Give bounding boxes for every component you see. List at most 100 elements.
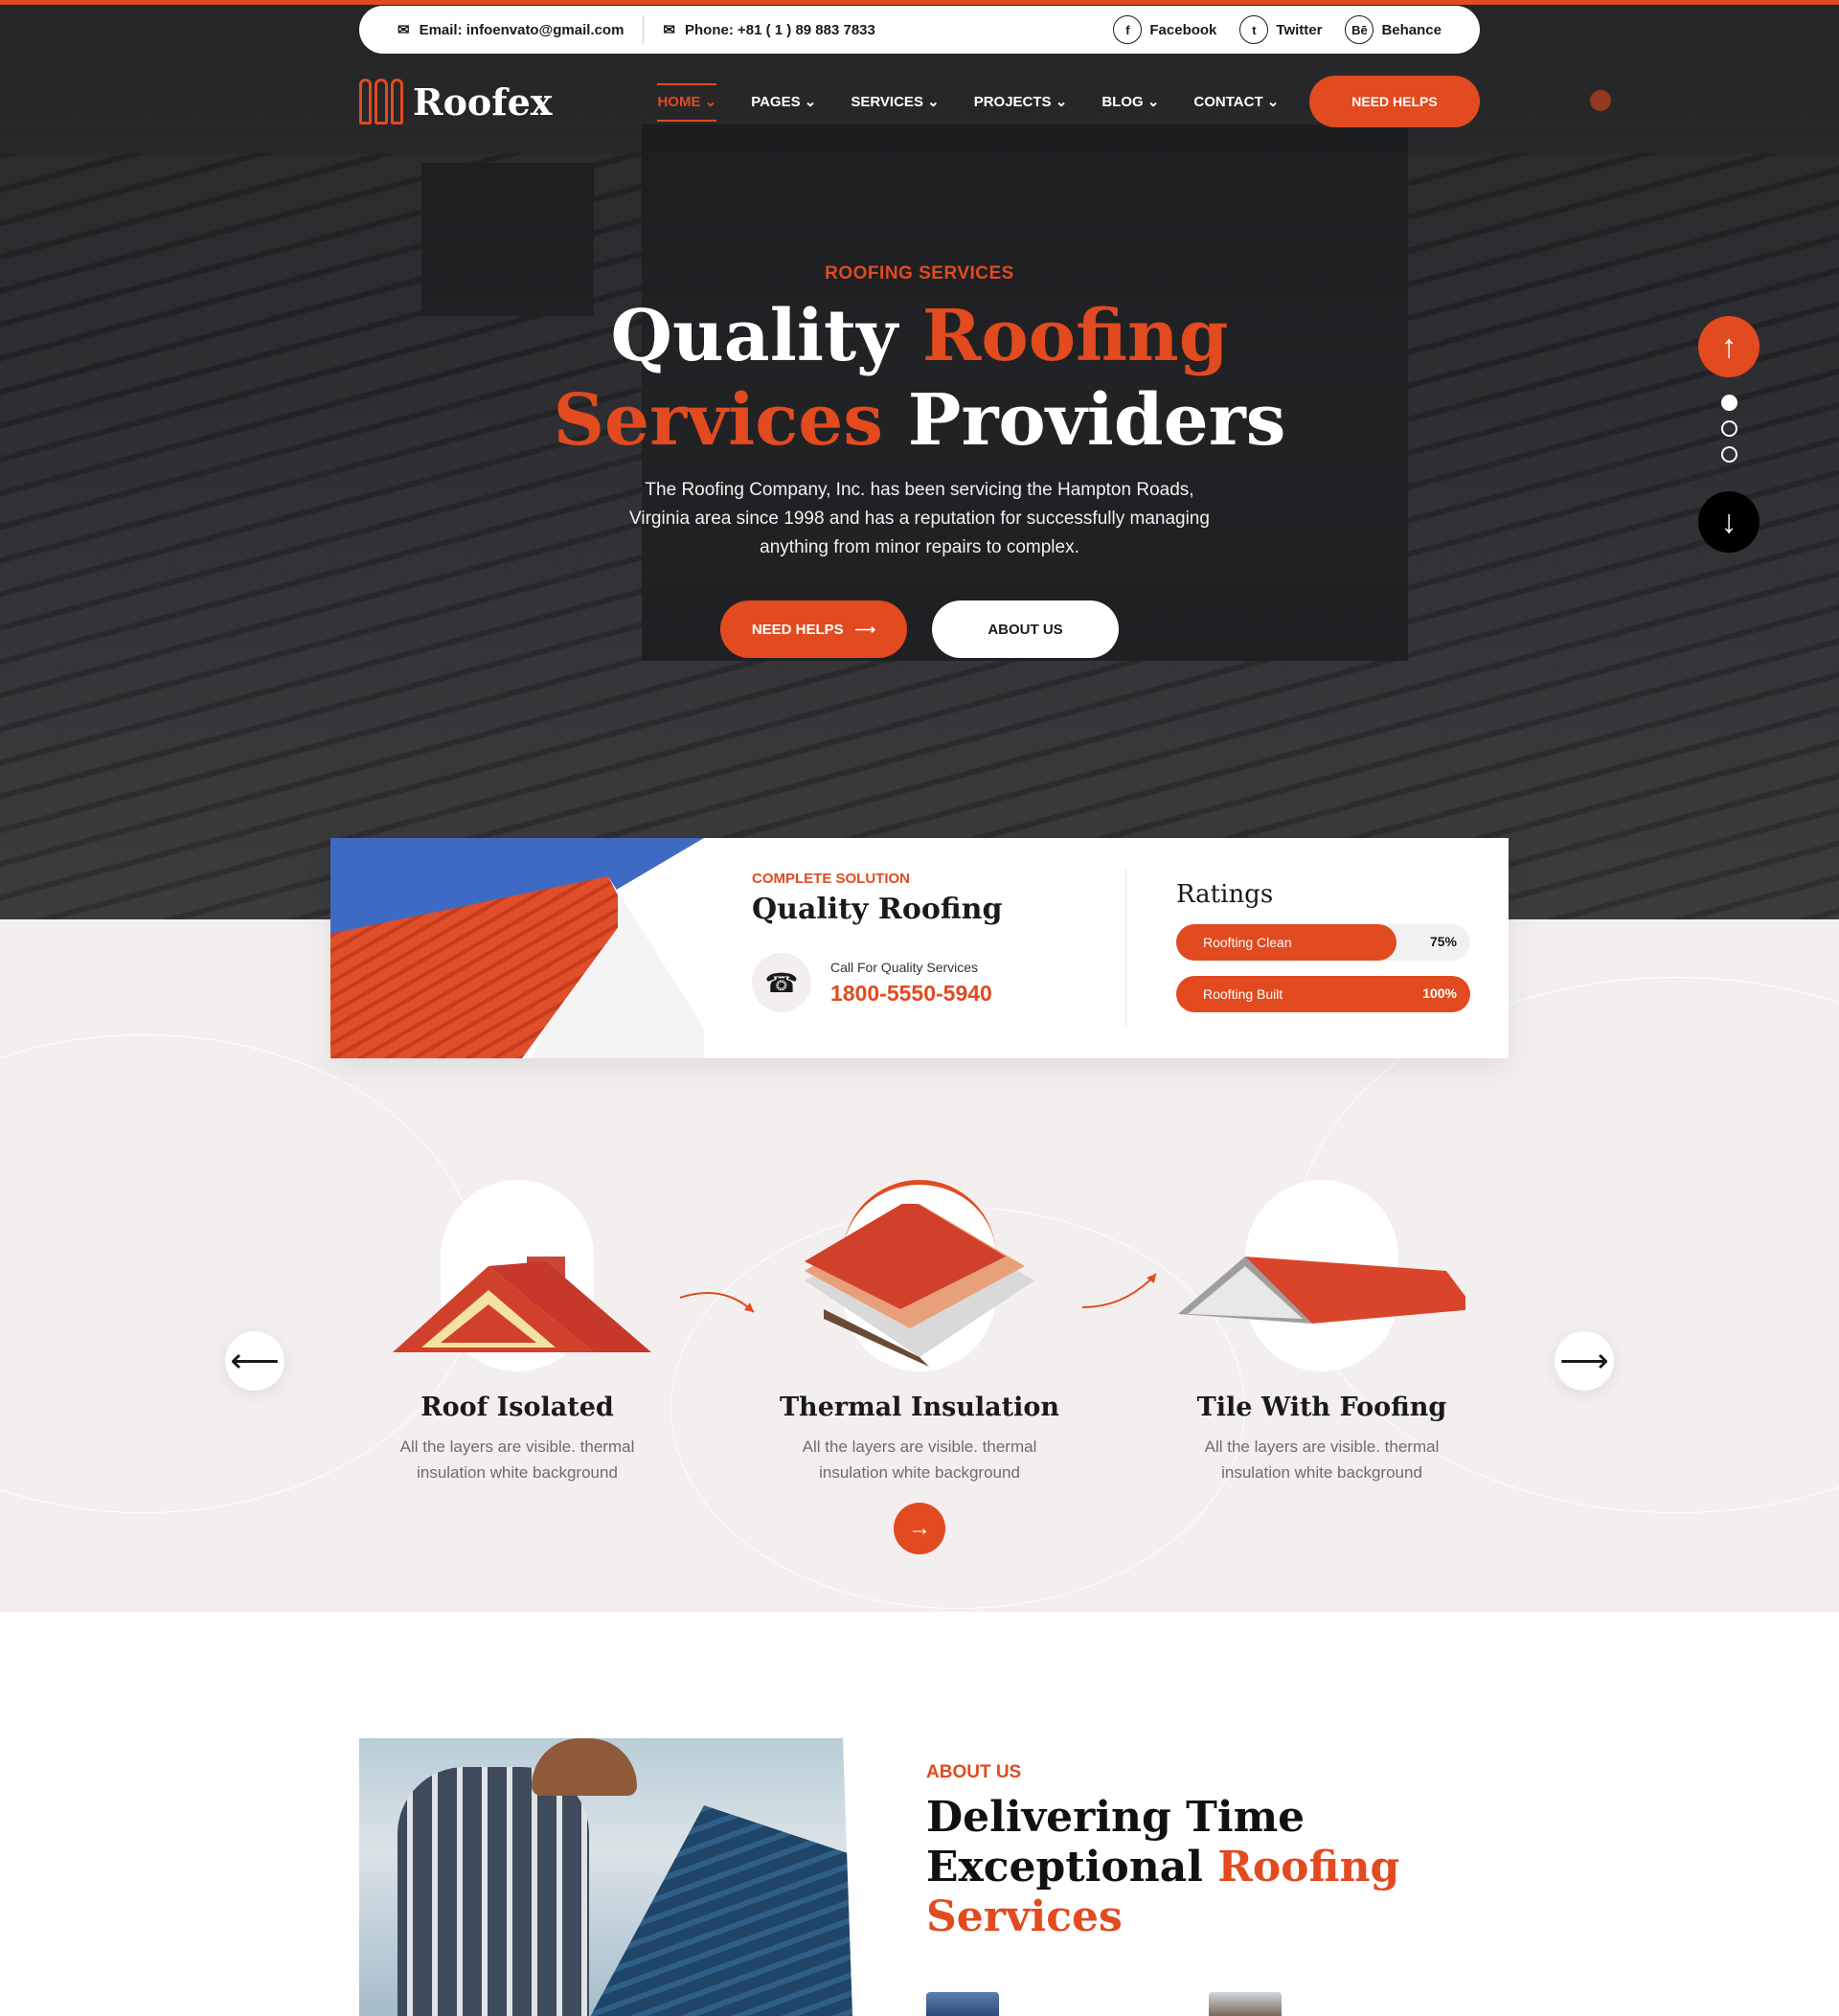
logo-text: Roofex — [413, 79, 553, 124]
chevron-down-icon: ⌄ — [1147, 94, 1160, 110]
hero-content: ROOFING SERVICES Quality Roofing Service… — [536, 263, 1303, 658]
slider-controls: ↑ ↓ — [1698, 316, 1760, 553]
service-image-backdrop — [1178, 1180, 1465, 1371]
service-title: Thermal Insulation — [779, 1393, 1060, 1422]
chevron-down-icon: ⌄ — [927, 94, 940, 110]
curved-arrow-icon — [679, 1292, 755, 1313]
nav-label: SERVICES — [851, 94, 923, 110]
about-title: Delivering Time Exceptional Roofing Serv… — [926, 1793, 1501, 1942]
service-description: All the layers are visible. thermal insu… — [1204, 1438, 1440, 1482]
about-thumbnail — [1209, 1992, 1282, 2016]
ratings-block: Ratings Roofting Clean 75% Roofting Buil… — [1126, 838, 1509, 1058]
hero-title-part: Providers — [883, 379, 1286, 462]
site-logo[interactable]: Roofex — [359, 79, 552, 125]
service-card-tile-with-foofing[interactable]: Tile With Foofing All the layers are vis… — [1169, 1180, 1475, 1485]
slider-dot[interactable] — [1720, 420, 1737, 437]
social-twitter[interactable]: t Twitter — [1239, 15, 1322, 44]
rating-bar: Roofting Clean 75% — [1176, 924, 1470, 961]
call-label: Call For Quality Services — [830, 959, 979, 975]
social-behance[interactable]: Bē Behance — [1345, 15, 1442, 44]
slide-next-button[interactable]: ↓ — [1698, 491, 1760, 553]
about-us-button[interactable]: ABOUT US — [932, 600, 1119, 658]
rating-label: Roofting Clean — [1203, 935, 1292, 950]
hero-section: ✉ Email: infoenvato@gmail.com ✉ Phone: +… — [0, 0, 1839, 919]
hero-need-helps-button[interactable]: NEED HELPS ⟶ — [720, 600, 907, 658]
service-card-roof-isolated[interactable]: Roof Isolated All the layers are visible… — [364, 1180, 670, 1485]
nav-item-blog[interactable]: BLOG ⌄ — [1101, 78, 1159, 125]
topbar-phone-text: Phone: +81 ( 1 ) 89 883 7833 — [685, 21, 875, 38]
service-title: Roof Isolated — [420, 1393, 614, 1422]
nav-label: CONTACT — [1193, 94, 1263, 110]
about-section: ABOUT US Delivering Time Exceptional Roo… — [926, 1762, 1501, 1942]
about-title-accent: Services — [926, 1892, 1123, 1941]
chevron-down-icon: ⌄ — [804, 94, 817, 110]
ratings-title: Ratings — [1176, 880, 1274, 909]
service-description: All the layers are visible. thermal insu… — [399, 1438, 635, 1482]
service-image-backdrop — [393, 1180, 651, 1371]
service-more-button[interactable]: → — [894, 1503, 945, 1554]
nav-item-contact[interactable]: CONTACT ⌄ — [1193, 78, 1279, 125]
hero-title-accent: Roofing — [921, 295, 1229, 377]
about-thumbnail — [926, 1992, 999, 2016]
info-card-title: Quality Roofing — [752, 893, 1003, 926]
service-description: All the layers are visible. thermal insu… — [802, 1438, 1037, 1482]
call-block: ☎ Call For Quality Services 1800-5550-59… — [752, 953, 1125, 1012]
twitter-icon: t — [1239, 15, 1269, 44]
call-number[interactable]: 1800-5550-5940 — [830, 981, 992, 1007]
about-photo — [359, 1738, 852, 2016]
facebook-icon: f — [1113, 15, 1143, 44]
carousel-prev-button[interactable]: ⟵ — [225, 1331, 284, 1391]
nav-label: PAGES — [751, 94, 801, 110]
service-card-thermal-insulation[interactable]: Thermal Insulation All the layers are vi… — [766, 1180, 1073, 1554]
slider-dot[interactable] — [1720, 446, 1737, 463]
service-title: Tile With Foofing — [1196, 1393, 1447, 1422]
nav-item-services[interactable]: SERVICES ⌄ — [851, 78, 939, 125]
info-card-solution: COMPLETE SOLUTION Quality Roofing ☎ Call… — [704, 838, 1125, 1058]
rating-bar: Roofting Built 100% — [1176, 976, 1470, 1012]
arrow-left-icon: ⟵ — [230, 1341, 280, 1380]
info-card-eyebrow: COMPLETE SOLUTION — [752, 871, 910, 887]
social-label: Facebook — [1149, 21, 1217, 38]
main-navbar: Roofex HOME ⌄ PAGES ⌄ SERVICES ⌄ PROJECT… — [359, 75, 1480, 128]
roof-isolated-illustration — [393, 1257, 651, 1352]
telephone-icon: ☎ — [752, 953, 811, 1012]
about-title-part: Delivering Time — [926, 1793, 1305, 1842]
topbar-divider — [643, 15, 645, 44]
nav-item-home[interactable]: HOME ⌄ — [657, 78, 716, 125]
chevron-down-icon: ⌄ — [1055, 94, 1068, 110]
topbar-email[interactable]: ✉ Email: infoenvato@gmail.com — [397, 21, 624, 39]
chevron-down-icon: ⌄ — [704, 94, 717, 110]
hero-buttons: NEED HELPS ⟶ ABOUT US — [536, 600, 1303, 658]
topbar-email-text: Email: infoenvato@gmail.com — [419, 21, 624, 38]
nav-label: HOME — [657, 94, 701, 110]
nav-item-pages[interactable]: PAGES ⌄ — [751, 78, 816, 125]
social-links: f Facebook t Twitter Bē Behance — [1113, 15, 1442, 44]
hero-eyebrow: ROOFING SERVICES — [825, 263, 1014, 283]
about-title-accent: Roofing — [1217, 1843, 1400, 1891]
hero-title-accent: Services — [553, 379, 884, 462]
roof-photo — [330, 838, 704, 1058]
services-carousel: ⟵ ⟶ Roof Isolated All the layers are vis… — [225, 1168, 1614, 1554]
hero-title-part: Quality — [610, 295, 922, 377]
social-facebook[interactable]: f Facebook — [1113, 15, 1216, 44]
need-helps-button[interactable]: NEED HELPS — [1309, 76, 1480, 127]
about-eyebrow: ABOUT US — [926, 1762, 1022, 1782]
rating-label: Roofting Built — [1203, 986, 1283, 1002]
nav-item-projects[interactable]: PROJECTS ⌄ — [974, 78, 1068, 125]
behance-icon: Bē — [1345, 15, 1374, 44]
service-image-backdrop — [805, 1180, 1034, 1371]
slider-dot[interactable] — [1720, 395, 1737, 411]
about-title-part: Exceptional — [926, 1843, 1218, 1891]
carousel-next-button[interactable]: ⟶ — [1555, 1331, 1614, 1391]
logo-icon — [359, 79, 403, 125]
arrow-right-icon: → — [908, 1515, 931, 1541]
arrow-down-icon: ↓ — [1720, 503, 1737, 540]
envelope-icon: ✉ — [663, 22, 675, 38]
topbar-phone[interactable]: ✉ Phone: +81 ( 1 ) 89 883 7833 — [663, 21, 875, 39]
slide-prev-button[interactable]: ↑ — [1698, 316, 1760, 377]
chevron-down-icon: ⌄ — [1266, 94, 1280, 110]
button-label: NEED HELPS — [751, 621, 844, 638]
social-label: Behance — [1381, 21, 1442, 38]
topbar: ✉ Email: infoenvato@gmail.com ✉ Phone: +… — [359, 6, 1480, 54]
nav-label: BLOG — [1101, 94, 1144, 110]
